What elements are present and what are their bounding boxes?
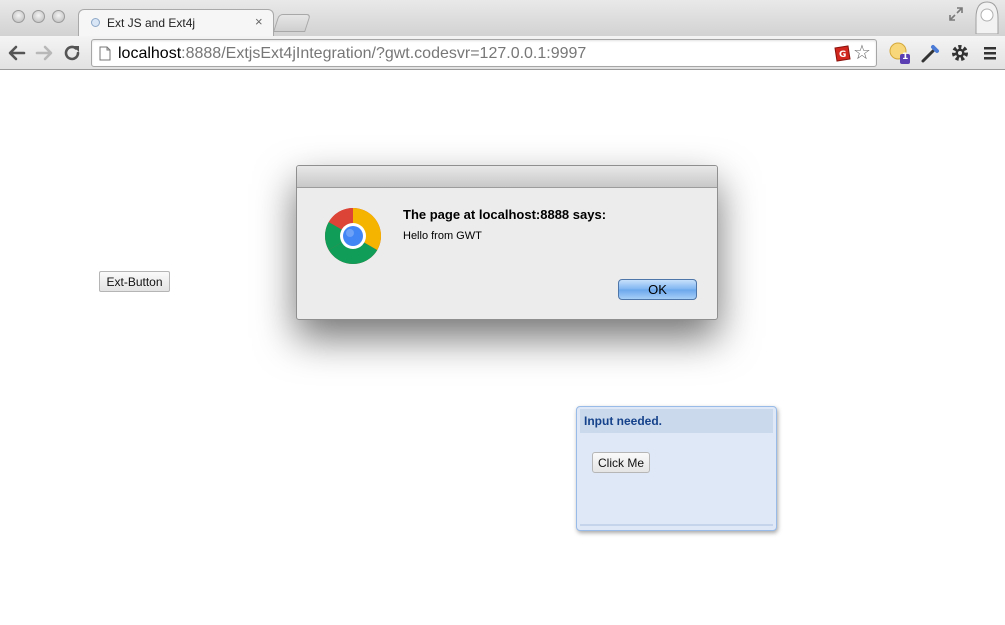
minimize-window-button[interactable] [32, 10, 45, 23]
close-window-button[interactable] [12, 10, 25, 23]
panel-body: Click Me [580, 433, 773, 526]
reload-icon[interactable] [61, 42, 83, 64]
input-needed-panel: Input needed. Click Me [576, 406, 777, 531]
zoom-window-button[interactable] [52, 10, 65, 23]
fullscreen-icon[interactable] [948, 6, 964, 22]
gwt-extension-icon[interactable]: G [833, 45, 851, 62]
extension-badge-count: 1 [902, 52, 909, 62]
url-path: :8888/ExtjsExt4jIntegration/?gwt.codesvr… [181, 45, 587, 62]
profile-avatar-icon[interactable] [974, 0, 1000, 35]
panel-header: Input needed. [580, 409, 773, 433]
gear-icon[interactable] [948, 41, 972, 65]
alert-dialog: The page at localhost:8888 says: Hello f… [296, 165, 718, 320]
svg-text:G: G [839, 50, 846, 60]
tab-close-icon[interactable]: × [255, 14, 263, 29]
extension-badge-icon[interactable]: 1 [888, 41, 912, 65]
click-me-button[interactable]: Click Me [592, 452, 650, 473]
bookmark-star-icon[interactable]: ☆ [853, 42, 871, 64]
back-arrow-icon[interactable] [6, 42, 28, 64]
menu-icon[interactable] [979, 41, 1003, 65]
url-text[interactable]: localhost:8888/ExtjsExt4jIntegration/?gw… [118, 45, 586, 63]
ext-button[interactable]: Ext-Button [99, 271, 170, 292]
address-bar[interactable]: localhost:8888/ExtjsExt4jIntegration/?gw… [91, 39, 877, 67]
browser-toolbar: localhost:8888/ExtjsExt4jIntegration/?gw… [0, 36, 1005, 70]
dialog-message: Hello from GWT [403, 230, 482, 242]
browser-window: Ext JS and Ext4j × localhost:8888/ExtjsE… [0, 0, 1005, 625]
chrome-logo-icon [324, 207, 382, 265]
page-icon [99, 46, 111, 61]
panel-title: Input needed. [584, 414, 662, 428]
tab-title: Ext JS and Ext4j [107, 16, 196, 30]
ok-button[interactable]: OK [618, 279, 697, 300]
forward-arrow-icon[interactable] [33, 42, 55, 64]
eyedropper-icon[interactable] [919, 41, 943, 65]
dialog-titlebar[interactable] [297, 166, 717, 188]
url-host: localhost [118, 45, 182, 62]
dialog-heading: The page at localhost:8888 says: [403, 207, 607, 222]
page-favicon-icon [91, 18, 100, 27]
new-tab-button[interactable] [273, 14, 311, 32]
tab-active[interactable]: Ext JS and Ext4j × [78, 9, 274, 36]
tab-strip: Ext JS and Ext4j × [0, 0, 1005, 36]
